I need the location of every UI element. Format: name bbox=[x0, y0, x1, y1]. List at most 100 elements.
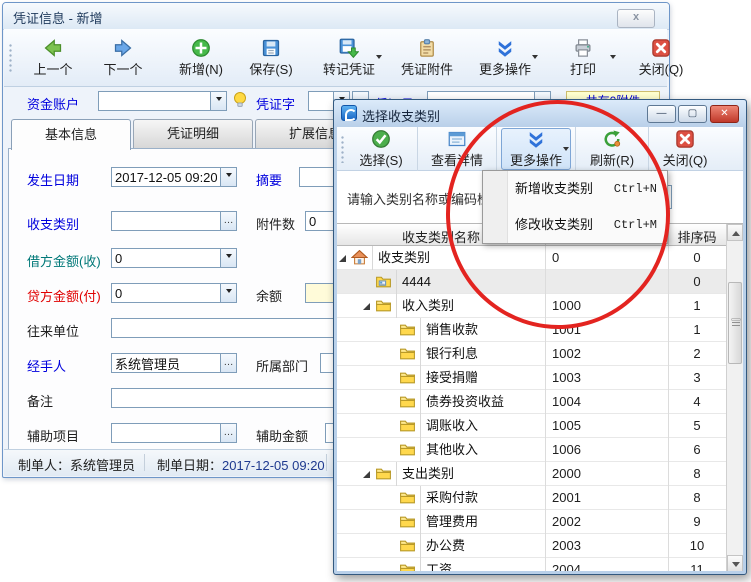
tab-voucher-detail[interactable]: 凭证明细 bbox=[133, 119, 253, 148]
toolbar-button-label: 选择(S) bbox=[359, 150, 402, 169]
more-actions-menu: 新增收支类别Ctrl+N修改收支类别Ctrl+M bbox=[482, 170, 668, 244]
scroll-up-button[interactable] bbox=[727, 224, 743, 241]
voucher-attachment-button[interactable]: 凭证附件 bbox=[392, 32, 462, 84]
close-button[interactable]: 关闭(Q) bbox=[626, 32, 696, 84]
prev-button[interactable]: 上一个 bbox=[18, 32, 88, 84]
category-code: 2000 bbox=[545, 462, 670, 486]
occur-date-arrow[interactable] bbox=[220, 167, 237, 187]
account-combo-arrow[interactable] bbox=[210, 91, 227, 111]
menu-item-add-category[interactable]: 新增收支类别Ctrl+N bbox=[483, 171, 667, 207]
credit-arrow[interactable] bbox=[220, 283, 237, 303]
add-icon bbox=[191, 38, 211, 58]
next-button[interactable]: 下一个 bbox=[88, 32, 158, 84]
creator-text: 制单人：系统管理员 bbox=[18, 455, 135, 474]
folder-special-icon bbox=[375, 273, 392, 290]
column-header-sort[interactable]: 排序码 bbox=[668, 227, 726, 246]
aux-amount-label: 辅助金额 bbox=[256, 426, 308, 445]
debit-input[interactable] bbox=[111, 248, 221, 268]
toolbar-button-label: 关闭(Q) bbox=[663, 150, 708, 169]
save-button[interactable]: 保存(S) bbox=[236, 32, 306, 84]
category-code: 1003 bbox=[545, 366, 670, 390]
folder-icon bbox=[399, 537, 416, 554]
refresh-button[interactable]: 刷新(R) bbox=[580, 128, 644, 170]
handler-browse-button[interactable]: … bbox=[220, 353, 237, 373]
folder-icon bbox=[399, 417, 416, 434]
category-name: 银行利息 bbox=[420, 342, 545, 366]
account-label: 资金账户 bbox=[27, 94, 79, 113]
voucher-word-input[interactable] bbox=[308, 91, 334, 111]
toolbar-button-label: 保存(S) bbox=[249, 59, 292, 78]
voucher-window-titlebar[interactable]: 凭证信息 - 新增 x bbox=[3, 3, 669, 30]
category-code: 1005 bbox=[545, 414, 670, 438]
dialog-minimize-button[interactable]: — bbox=[647, 105, 676, 123]
balance-label: 余额 bbox=[256, 286, 282, 305]
dropdown-caret-icon[interactable] bbox=[610, 55, 616, 59]
occur-date-label: 发生日期 bbox=[27, 170, 79, 189]
toolbar-grip bbox=[341, 135, 344, 163]
toolbar-button-label: 新增(N) bbox=[179, 59, 223, 78]
account-combo-input[interactable] bbox=[98, 91, 211, 111]
attachment-icon bbox=[417, 38, 437, 58]
voucher-window-close-button[interactable]: x bbox=[617, 9, 655, 28]
close-button[interactable]: 关闭(Q) bbox=[653, 128, 717, 170]
vertical-scrollbar[interactable] bbox=[726, 224, 743, 571]
debit-arrow[interactable] bbox=[220, 248, 237, 268]
dialog-maximize-button[interactable]: ▢ bbox=[678, 105, 707, 123]
add-button[interactable]: 新增(N) bbox=[166, 32, 236, 84]
print-button[interactable]: 打印 bbox=[548, 32, 618, 84]
folder-icon bbox=[375, 465, 392, 482]
more-actions-button[interactable]: 更多操作 bbox=[470, 32, 540, 84]
category-label: 收支类别 bbox=[27, 214, 79, 233]
aux-project-browse-button[interactable]: … bbox=[220, 423, 237, 443]
menu-item-edit-category[interactable]: 修改收支类别Ctrl+M bbox=[483, 207, 667, 243]
credit-input[interactable] bbox=[111, 283, 221, 303]
occur-date-input[interactable] bbox=[111, 167, 221, 187]
dropdown-caret-icon[interactable] bbox=[376, 55, 382, 59]
folder-icon bbox=[399, 441, 416, 458]
dropdown-caret-icon[interactable] bbox=[563, 147, 569, 151]
expand-toggle-icon[interactable] bbox=[363, 471, 370, 478]
category-browse-button[interactable]: … bbox=[220, 211, 237, 231]
save-transfer-icon bbox=[339, 38, 359, 58]
dropdown-caret-icon[interactable] bbox=[532, 55, 538, 59]
folder-icon bbox=[399, 489, 416, 506]
toolbar-button-label: 刷新(R) bbox=[590, 150, 634, 169]
category-code: 1000 bbox=[545, 294, 670, 318]
debit-label: 借方金额(收) bbox=[27, 251, 101, 270]
home-icon bbox=[351, 249, 368, 266]
transfer-voucher-button[interactable]: 转记凭证 bbox=[314, 32, 384, 84]
category-input[interactable] bbox=[111, 211, 221, 231]
toolbar-grip bbox=[9, 43, 12, 73]
category-name: 其他收入 bbox=[420, 438, 545, 462]
scroll-down-button[interactable] bbox=[727, 555, 743, 571]
select-button[interactable]: 选择(S) bbox=[349, 128, 413, 170]
toolbar-button-label: 打印 bbox=[570, 59, 596, 78]
category-sort: 0 bbox=[668, 270, 726, 294]
dialog-close-button[interactable]: ✕ bbox=[710, 105, 739, 123]
dialog-titlebar[interactable]: 选择收支类别 — ▢ ✕ bbox=[334, 100, 746, 127]
category-name: 工资 bbox=[420, 558, 545, 571]
bulb-icon[interactable] bbox=[231, 90, 249, 113]
category-sort: 6 bbox=[668, 438, 726, 462]
expand-toggle-icon[interactable] bbox=[363, 303, 370, 310]
category-name: 采购付款 bbox=[420, 486, 545, 510]
arrow-right-icon bbox=[113, 38, 133, 58]
tab-basic-info[interactable]: 基本信息 bbox=[11, 119, 131, 150]
category-name: 管理费用 bbox=[420, 510, 545, 534]
category-name: 支出类别 bbox=[396, 462, 545, 486]
category-tree: 收支类别0044440收入类别10001销售收款10011银行利息10022接受… bbox=[337, 246, 726, 571]
category-name: 调账收入 bbox=[420, 414, 545, 438]
expand-toggle-icon[interactable] bbox=[339, 255, 346, 262]
view-detail-button[interactable]: 查看详情 bbox=[422, 128, 492, 170]
more-actions-button[interactable]: 更多操作 bbox=[501, 128, 571, 170]
menu-item-shortcut: Ctrl+M bbox=[614, 207, 657, 243]
category-name: 债券投资收益 bbox=[420, 390, 545, 414]
handler-input[interactable] bbox=[111, 353, 221, 373]
scrollbar-thumb[interactable] bbox=[728, 282, 742, 364]
toolbar-separator bbox=[496, 127, 497, 171]
search-hint-label: 请输入类别名称或编码检索 bbox=[347, 189, 503, 208]
folder-icon bbox=[399, 561, 416, 571]
toolbar-button-label: 更多操作 bbox=[479, 59, 531, 78]
aux-project-input[interactable] bbox=[111, 423, 221, 443]
category-name: 接受捐赠 bbox=[420, 366, 545, 390]
